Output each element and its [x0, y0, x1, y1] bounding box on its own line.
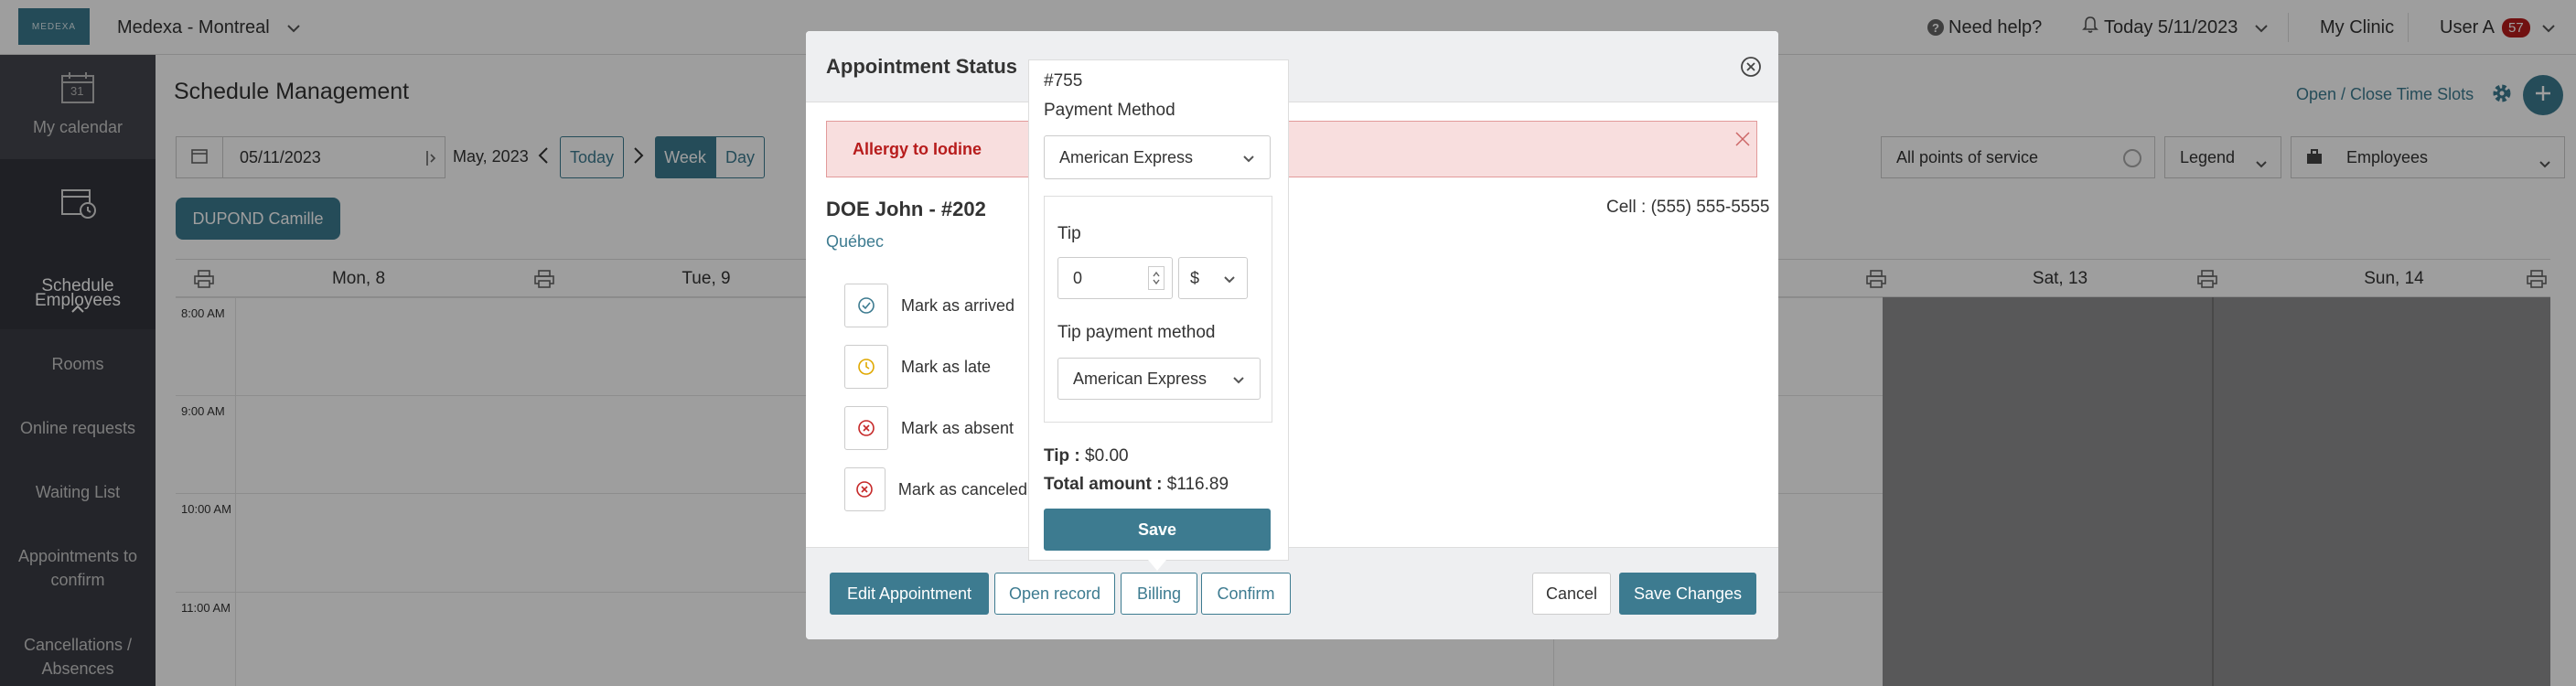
patient-cell: Cell : (555) 555-5555 — [1606, 198, 1770, 217]
stepper-icon[interactable] — [1148, 266, 1165, 290]
alert-text: Allergy to Iodine — [853, 140, 982, 158]
currency-value: $ — [1190, 268, 1200, 287]
patient-name: DOE John - #202 — [826, 198, 986, 220]
cancel-button[interactable]: Cancel — [1532, 573, 1611, 615]
tip-summary: Tip : $0.00 — [1044, 446, 1129, 466]
action-label: Mark as canceled — [897, 479, 1027, 498]
clock-icon — [844, 345, 888, 389]
tip-summary-label: Tip : — [1044, 446, 1080, 466]
tip-section: Tip 0 $ Tip payment method American Expr… — [1044, 196, 1272, 423]
chevron-down-icon — [1232, 370, 1245, 389]
check-circle-icon — [844, 284, 888, 327]
tip-summary-value: $0.00 — [1085, 446, 1129, 466]
action-label: Mark as arrived — [901, 295, 1015, 315]
tip-label: Tip — [1057, 224, 1081, 243]
close-icon[interactable] — [1734, 131, 1751, 152]
confirm-button[interactable]: Confirm — [1201, 573, 1291, 615]
modal-footer: Edit Appointment Open record Billing Con… — [806, 547, 1778, 639]
tip-payment-method-value: American Express — [1073, 369, 1208, 388]
billing-button[interactable]: Billing — [1121, 573, 1197, 615]
appointment-status-modal: Appointment Status Allergy to Iodine DOE… — [806, 31, 1778, 639]
billing-popover: #755 Payment Method American Express Tip… — [1028, 59, 1289, 561]
payment-method-select[interactable]: American Express — [1044, 135, 1271, 179]
mark-as-arrived[interactable]: Mark as arrived — [844, 284, 1027, 327]
total-amount-value: $116.89 — [1166, 475, 1229, 494]
chevron-down-icon — [1242, 148, 1255, 167]
popover-arrow — [1148, 560, 1166, 571]
action-label: Mark as absent — [901, 418, 1014, 437]
allergy-alert: Allergy to Iodine — [826, 121, 1757, 177]
close-icon[interactable] — [1740, 56, 1762, 82]
tip-amount-input[interactable]: 0 — [1057, 257, 1173, 299]
invoice-number: #755 — [1044, 71, 1083, 91]
total-amount-label: Total amount : — [1044, 475, 1163, 494]
x-circle-icon — [844, 406, 888, 450]
tip-payment-method-label: Tip payment method — [1057, 323, 1216, 342]
tip-payment-method-select[interactable]: American Express — [1057, 358, 1261, 400]
mark-as-canceled[interactable]: Mark as canceled — [844, 467, 1027, 511]
modal-title: Appointment Status — [826, 55, 1017, 78]
currency-select[interactable]: $ — [1178, 257, 1248, 299]
patient-province[interactable]: Québec — [826, 232, 884, 252]
modal-header: Appointment Status — [806, 31, 1778, 102]
save-button[interactable]: Save — [1044, 509, 1271, 551]
open-record-button[interactable]: Open record — [994, 573, 1115, 615]
mark-as-absent[interactable]: Mark as absent — [844, 406, 1027, 450]
total-amount: Total amount : $116.89 — [1044, 475, 1229, 495]
chevron-down-icon — [1223, 269, 1236, 288]
x-circle-icon — [844, 467, 886, 511]
payment-method-value: American Express — [1059, 147, 1194, 166]
payment-method-label: Payment Method — [1044, 101, 1175, 120]
tip-amount-value: 0 — [1073, 268, 1083, 287]
mark-as-late[interactable]: Mark as late — [844, 345, 1027, 389]
action-label: Mark as late — [901, 357, 992, 376]
edit-appointment-button[interactable]: Edit Appointment — [830, 573, 989, 615]
save-changes-button[interactable]: Save Changes — [1619, 573, 1756, 615]
